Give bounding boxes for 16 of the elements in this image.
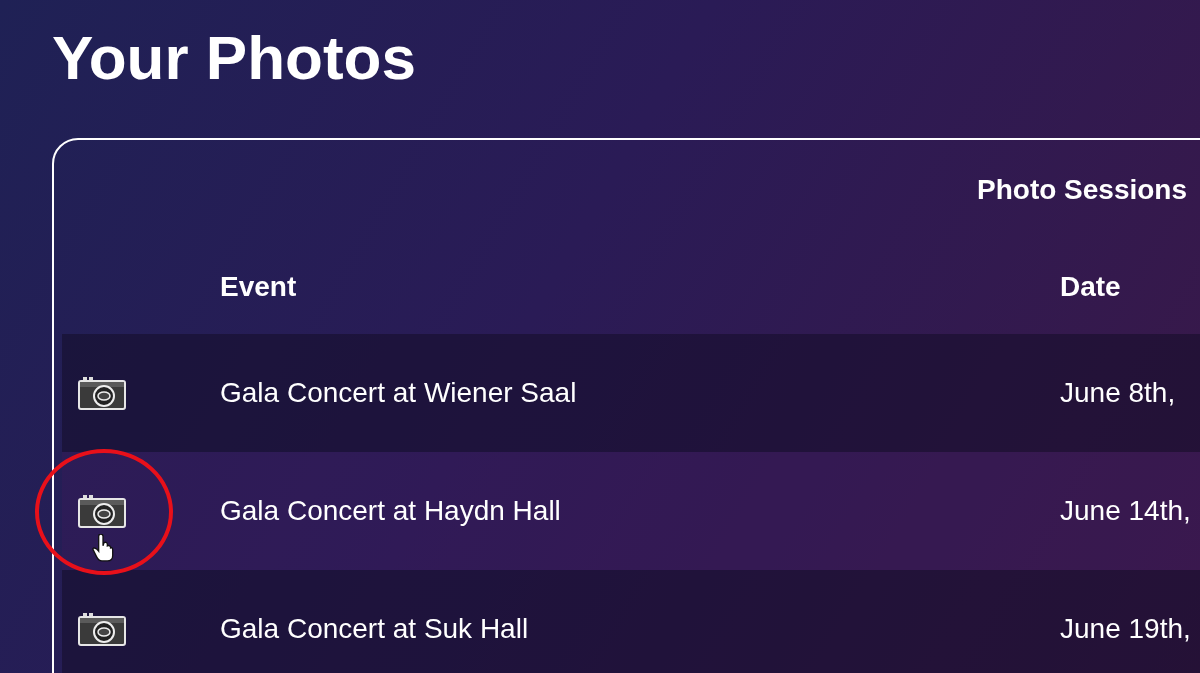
page-title: Your Photos xyxy=(52,22,417,94)
camera-icon[interactable] xyxy=(78,612,126,646)
table-caption: Photo Sessions xyxy=(977,174,1188,206)
table-row[interactable]: Gala Concert at Suk Hall June 19th, xyxy=(62,570,1200,673)
date-cell: June 8th, xyxy=(1060,377,1176,409)
date-cell: June 14th, xyxy=(1060,495,1191,527)
date-cell: June 19th, xyxy=(1060,613,1191,645)
table-row[interactable]: Gala Concert at Haydn Hall June 14th, xyxy=(62,452,1200,570)
event-cell-text: Gala Concert at Suk Hall xyxy=(220,613,530,645)
camera-icon[interactable] xyxy=(78,494,126,528)
column-header: Date xyxy=(1060,271,1121,303)
camera-icon[interactable] xyxy=(78,376,126,410)
event-cell-text: Gala Concert at Wiener Saal xyxy=(220,377,578,409)
event-cell-text: Gala Concert at Haydn Hall xyxy=(220,495,562,527)
column-header: Event xyxy=(220,271,298,303)
table-row[interactable]: Gala Concert at Wiener Saal June 8th, xyxy=(62,334,1200,452)
